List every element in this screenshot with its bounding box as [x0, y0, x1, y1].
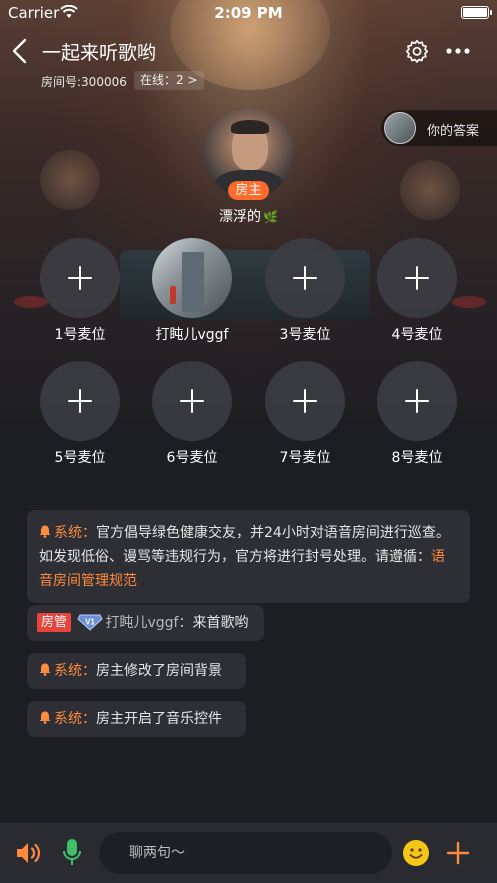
seat-label: 6号麦位: [166, 450, 218, 466]
system-prefix: 系统：: [54, 663, 96, 679]
mic-seat-1[interactable]: 1号麦位: [30, 238, 130, 344]
plus-icon: [405, 389, 429, 413]
answer-chip[interactable]: 你的答案: [381, 110, 497, 146]
bell-icon: [39, 711, 51, 724]
plus-icon: [293, 266, 317, 290]
emoji-icon[interactable]: [402, 839, 430, 867]
vip-level-badge: V1: [77, 614, 104, 631]
system-text: 房主开启了音乐控件: [96, 711, 222, 727]
vip-level-text: V1: [86, 618, 96, 627]
notice-text: 官方倡导绿色健康交友，并24小时对语音房间进行巡查。如发现低俗、谩骂等违规行为，…: [39, 525, 450, 565]
status-bar: Carrier 2:09 PM: [0, 0, 497, 28]
system-notice-message: 系统：官方倡导绿色健康交友，并24小时对语音房间进行巡查。如发现低俗、谩骂等违规…: [27, 510, 470, 603]
system-text: 房主修改了房间背景: [96, 663, 222, 679]
mic-seat-6[interactable]: 6号麦位: [142, 361, 242, 467]
mic-seat-4[interactable]: 4号麦位: [367, 238, 467, 344]
room-id: 房间号:300006: [41, 75, 127, 89]
plus-icon[interactable]: [446, 841, 470, 865]
plus-icon: [68, 389, 92, 413]
system-prefix: 系统：: [54, 525, 96, 541]
system-message: 系统：房主开启了音乐控件: [27, 701, 246, 737]
host-name-text: 漂浮的: [219, 209, 262, 225]
clock: 2:09 PM: [214, 4, 283, 22]
seat-label: 7号麦位: [279, 450, 331, 466]
admin-role-tag: 房管: [37, 613, 72, 632]
leaf-icon: 🌿: [263, 210, 278, 224]
seat-label: 4号麦位: [391, 327, 443, 343]
seat-add-button[interactable]: [265, 361, 345, 441]
room-title: 一起来听歌哟: [42, 42, 157, 64]
back-arrow-icon[interactable]: [10, 38, 30, 64]
bell-icon: [39, 525, 51, 538]
gear-icon[interactable]: [405, 39, 429, 63]
bell-icon: [39, 663, 51, 676]
bottom-toolbar: 聊两句～: [0, 823, 497, 883]
seat-user-avatar[interactable]: [152, 238, 232, 318]
seat-add-button[interactable]: [377, 238, 457, 318]
plus-icon: [180, 389, 204, 413]
seat-add-button[interactable]: [377, 361, 457, 441]
host-badge: 房主: [228, 181, 269, 200]
seat-label: 8号麦位: [391, 450, 443, 466]
seat-label: 打盹儿vggf: [155, 327, 229, 343]
online-count-button[interactable]: 在线：2 >: [134, 71, 204, 90]
more-dots-icon[interactable]: [445, 46, 471, 56]
seat-add-button[interactable]: [40, 238, 120, 318]
seat-add-button[interactable]: [265, 238, 345, 318]
seat-label: 3号麦位: [279, 327, 331, 343]
user-chat-message: 房管 V1 打盹儿vggf：来首歌哟: [27, 605, 264, 641]
system-message: 系统：房主修改了房间背景: [27, 653, 246, 689]
mic-seat-7[interactable]: 7号麦位: [255, 361, 355, 467]
host-name: 漂浮的 🌿: [0, 206, 497, 226]
plus-icon: [405, 266, 429, 290]
mic-seat-3[interactable]: 3号麦位: [255, 238, 355, 344]
seat-add-button[interactable]: [152, 361, 232, 441]
mic-seat-5[interactable]: 5号麦位: [30, 361, 130, 467]
seat-label: 5号麦位: [54, 450, 106, 466]
mic-seat-2[interactable]: 打盹儿vggf: [142, 238, 242, 344]
answer-thumbnail: [384, 112, 416, 144]
seat-add-button[interactable]: [40, 361, 120, 441]
chat-username[interactable]: 打盹儿vggf：: [105, 615, 192, 631]
answer-label: 你的答案: [427, 124, 480, 139]
plus-icon: [68, 266, 92, 290]
plus-icon: [293, 389, 317, 413]
seat-label: 1号麦位: [54, 327, 106, 343]
microphone-icon[interactable]: [62, 838, 82, 868]
chat-input[interactable]: 聊两句～: [99, 832, 392, 874]
mic-seat-8[interactable]: 8号麦位: [367, 361, 467, 467]
speaker-icon[interactable]: [15, 840, 43, 866]
system-prefix: 系统：: [54, 711, 96, 727]
chat-text: 来首歌哟: [192, 615, 249, 631]
battery-icon: [461, 6, 492, 19]
